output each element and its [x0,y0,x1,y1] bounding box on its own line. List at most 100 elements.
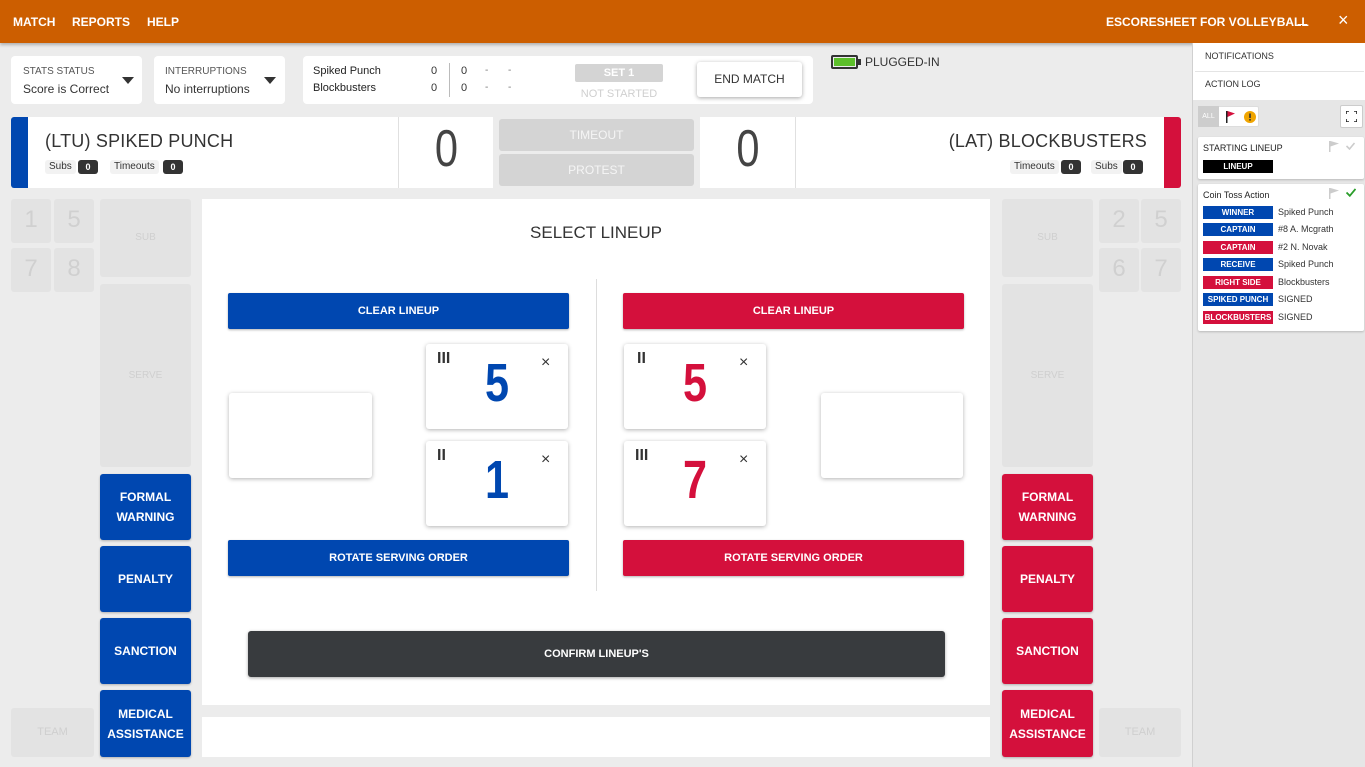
log-entry-coin-toss[interactable]: Coin Toss Action WINNER Spiked Punch CAPT… [1198,184,1364,331]
action-log-tab[interactable]: ACTION LOG [1205,79,1261,89]
stats-status-value: Score is Correct [23,82,110,96]
interruptions-value: No interruptions [165,82,250,96]
left-player-card-ii[interactable]: II 1 × [426,441,568,526]
log-row: CAPTAIN #8 A. Mcgrath [1203,223,1363,237]
log-tag: CAPTAIN [1203,223,1273,236]
mini-points-2: 0 [461,82,468,94]
chevron-down-icon [264,77,276,84]
right-serve-button[interactable]: SERVE [1002,284,1093,467]
log-row: RECEIVE Spiked Punch [1203,258,1363,272]
right-player-card-ii[interactable]: II 5 × [624,344,766,429]
log-row: SPIKED PUNCH SIGNED [1203,293,1363,307]
left-court-slot[interactable]: 1 [11,199,51,243]
right-court-slot[interactable]: 5 [1141,199,1181,243]
log-text: #8 A. Mcgrath [1278,224,1334,234]
right-rotate-serving-order-button[interactable]: ROTATE SERVING ORDER [623,540,964,576]
end-match-button[interactable]: END MATCH [697,62,802,97]
log-entry-starting-lineup[interactable]: STARTING LINEUP LINEUP [1198,137,1364,179]
right-score: 0 [736,120,760,178]
close-icon[interactable]: × [936,402,945,420]
lineup-divider [596,279,597,591]
left-team-button[interactable]: TEAM [11,708,94,757]
check-icon [1346,188,1356,197]
close-icon[interactable]: × [345,402,354,420]
close-icon[interactable]: × [541,354,550,372]
lineup-panel: SELECT LINEUP CLEAR LINEUP CLEAR LINEUP … [202,199,990,705]
menu-match[interactable]: MATCH [13,15,55,29]
log-tag: RECEIVE [1203,258,1273,271]
right-player-card-i[interactable]: I 2 × [821,393,963,478]
left-medical-button[interactable]: MEDICAL ASSISTANCE [100,690,191,757]
interruptions-label: INTERRUPTIONS [165,66,247,77]
right-sub-button[interactable]: SUB [1002,199,1093,277]
right-team-button[interactable]: TEAM [1099,708,1181,757]
player-number: 2 [879,402,905,462]
right-subs-count: 0 [1123,160,1143,174]
check-icon [1346,142,1355,150]
log-text: #2 N. Novak [1278,242,1328,252]
right-team-card: (LAT) BLOCKBUSTERS Timeouts 0 Subs 0 [796,117,1164,188]
close-icon[interactable]: × [739,354,748,372]
right-formal-warning-button[interactable]: FORMAL WARNING [1002,474,1093,540]
expand-button[interactable] [1340,105,1363,128]
left-serve-button[interactable]: SERVE [100,284,191,467]
menu-help[interactable]: HELP [147,15,179,29]
left-court-slot[interactable]: 7 [11,248,51,292]
mini-scoreboard: Spiked Punch 0 0 - - Blockbusters 0 0 - … [303,56,813,104]
right-sanction-button[interactable]: SANCTION [1002,618,1093,684]
timeout-button[interactable]: TIMEOUT [499,119,694,151]
close-icon[interactable]: × [1338,11,1349,29]
stats-status-dropdown[interactable]: STATS STATUS Score is Correct [11,56,142,104]
filter-flag-button[interactable] [1219,106,1240,127]
close-icon[interactable]: × [541,451,550,469]
menu-reports[interactable]: REPORTS [72,15,130,29]
close-icon[interactable]: × [739,451,748,469]
log-tag: BLOCKBUSTERS [1203,311,1273,324]
left-score: 0 [434,120,459,178]
right-player-card-iii[interactable]: III 7 × [624,441,766,526]
mini-dash: - [508,65,512,76]
left-team-name: (LTU) SPIKED PUNCH [45,131,234,151]
protest-button[interactable]: PROTEST [499,154,694,186]
left-player-card-i[interactable]: I 8 × [229,393,372,478]
left-penalty-button[interactable]: PENALTY [100,546,191,612]
interruptions-dropdown[interactable]: INTERRUPTIONS No interruptions [154,56,285,104]
log-row: RIGHT SIDE Blockbusters [1203,276,1363,290]
right-court-slot[interactable]: 2 [1099,199,1139,243]
log-row: CAPTAIN #2 N. Novak [1203,241,1363,255]
filter-all-button[interactable]: ALL [1198,106,1219,127]
left-clear-lineup-button[interactable]: CLEAR LINEUP [228,293,569,329]
log-tag: LINEUP [1203,160,1273,173]
right-subs-label: Subs [1091,160,1122,174]
set-badge: SET 1 [575,64,663,82]
left-court-slot[interactable]: 5 [54,199,94,243]
minimize-icon[interactable]: _ [1298,9,1307,27]
left-sub-button[interactable]: SUB [100,199,191,277]
filter-warning-button[interactable] [1240,106,1259,127]
log-tag: WINNER [1203,206,1273,219]
mini-sets-2: 0 [431,82,438,94]
left-formal-warning-button[interactable]: FORMAL WARNING [100,474,191,540]
confirm-lineups-button[interactable]: CONFIRM LINEUP'S [248,631,945,677]
top-menu-bar: MATCH REPORTS HELP ESCORESHEET FOR VOLLE… [0,0,1365,43]
left-score-box: 0 [398,117,493,188]
right-court-slot[interactable]: 6 [1099,248,1139,292]
left-court-slot[interactable]: 8 [54,248,94,292]
right-team-name: (LAT) BLOCKBUSTERS [948,131,1147,151]
left-timeouts-count: 0 [163,160,183,174]
right-medical-button[interactable]: MEDICAL ASSISTANCE [1002,690,1093,757]
battery-icon [831,55,858,69]
left-rotate-serving-order-button[interactable]: ROTATE SERVING ORDER [228,540,569,576]
right-clear-lineup-button[interactable]: CLEAR LINEUP [623,293,964,329]
log-text: Spiked Punch [1278,259,1334,269]
left-player-card-iii[interactable]: III 5 × [426,344,568,429]
mini-dash: - [485,82,489,93]
notifications-tab[interactable]: NOTIFICATIONS [1205,51,1274,61]
left-sanction-button[interactable]: SANCTION [100,618,191,684]
right-court-slot[interactable]: 7 [1141,248,1181,292]
log-entry-title: STARTING LINEUP [1203,143,1283,153]
side-panel: NOTIFICATIONS ACTION LOG ALL STARTING LI… [1192,43,1365,767]
right-penalty-button[interactable]: PENALTY [1002,546,1093,612]
app-title: ESCORESHEET FOR VOLLEYBALL [1106,15,1309,29]
right-timeouts-label: Timeouts [1010,160,1059,174]
